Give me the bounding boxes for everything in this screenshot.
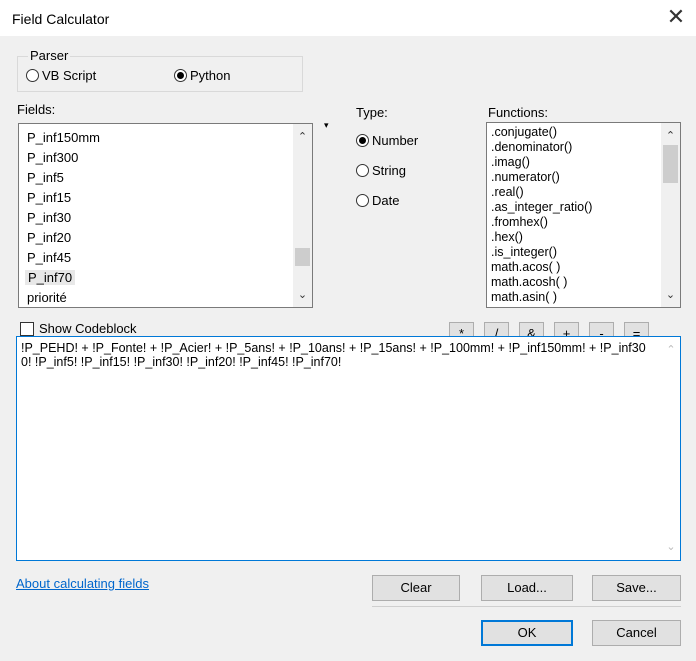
type-string-label: String	[372, 163, 406, 178]
type-label: Type:	[356, 105, 388, 120]
scroll-up-icon[interactable]: ⌃	[661, 129, 680, 142]
field-item[interactable]: P_inf5	[27, 170, 64, 185]
ok-button[interactable]: OK	[481, 620, 573, 646]
python-radio[interactable]: Python	[174, 68, 230, 83]
expression-scrollbar[interactable]: ⌃ ⌄	[662, 337, 680, 560]
scroll-up-icon[interactable]: ⌃	[662, 343, 680, 356]
expression-text[interactable]: !P_PEHD! + !P_Fonte! + !P_Acier! + !P_5a…	[21, 341, 651, 369]
dialog-body: Parser VB Script Python Fields: P_inf150…	[0, 36, 696, 661]
cancel-button[interactable]: Cancel	[592, 620, 681, 646]
fields-scroll-thumb[interactable]	[295, 248, 310, 266]
field-item[interactable]: P_inf300	[27, 150, 78, 165]
type-string-circle[interactable]	[356, 164, 369, 177]
functions-scroll-thumb[interactable]	[663, 145, 678, 183]
function-item[interactable]: .real()	[491, 185, 524, 199]
type-date-circle[interactable]	[356, 194, 369, 207]
function-item[interactable]: .numerator()	[491, 170, 560, 184]
show-codeblock-checkbox[interactable]	[20, 322, 34, 336]
function-item[interactable]: .conjugate()	[491, 125, 557, 139]
function-item[interactable]: math.acos( )	[491, 260, 560, 274]
vbscript-radio-label: VB Script	[42, 68, 97, 83]
python-radio-circle[interactable]	[174, 69, 187, 82]
close-icon[interactable]: ✕	[664, 5, 688, 29]
field-item[interactable]: P_inf150mm	[27, 130, 100, 145]
python-radio-label: Python	[190, 68, 231, 83]
field-item-selected[interactable]: P_inf70	[25, 270, 76, 285]
about-calculating-fields-link[interactable]: About calculating fields	[16, 576, 149, 591]
scroll-down-icon[interactable]: ⌄	[661, 288, 680, 301]
type-number-radio[interactable]: Number	[356, 133, 418, 148]
field-item[interactable]: P_inf30	[27, 210, 71, 225]
parser-label: Parser	[28, 48, 71, 63]
fields-scrollbar[interactable]: ⌃ ⌄	[293, 124, 312, 307]
title-bar: Field Calculator ✕	[0, 0, 696, 36]
show-codeblock-label[interactable]: Show Codeblock	[39, 321, 137, 336]
fields-dropdown-icon[interactable]: ▾	[324, 120, 329, 131]
type-date-label: Date	[372, 193, 400, 208]
field-item[interactable]: P_inf45	[27, 250, 71, 265]
vbscript-radio[interactable]: VB Script	[26, 68, 96, 83]
function-item[interactable]: .as_integer_ratio()	[491, 200, 592, 214]
expression-editor[interactable]: !P_PEHD! + !P_Fonte! + !P_Acier! + !P_5a…	[16, 336, 681, 561]
scroll-down-icon[interactable]: ⌄	[662, 540, 680, 553]
function-item[interactable]: math.asin( )	[491, 290, 557, 304]
parser-group: Parser VB Script Python	[17, 48, 303, 92]
save-button[interactable]: Save...	[592, 575, 681, 601]
scroll-up-icon[interactable]: ⌃	[293, 130, 312, 143]
function-item[interactable]: .imag()	[491, 155, 530, 169]
type-number-label: Number	[372, 133, 419, 148]
scroll-down-icon[interactable]: ⌄	[293, 288, 312, 301]
load-button[interactable]: Load...	[481, 575, 573, 601]
function-item[interactable]: .denominator()	[491, 140, 572, 154]
function-item[interactable]: .hex()	[491, 230, 523, 244]
functions-scrollbar[interactable]: ⌃ ⌄	[661, 123, 680, 307]
button-divider	[372, 606, 681, 607]
type-number-circle[interactable]	[356, 134, 369, 147]
field-item[interactable]: priorité	[27, 290, 67, 305]
type-string-radio[interactable]: String	[356, 163, 406, 178]
function-item[interactable]: math.acosh( )	[491, 275, 567, 289]
functions-list[interactable]: .conjugate() .denominator() .imag() .num…	[486, 122, 681, 308]
fields-list[interactable]: P_inf150mm P_inf300 P_inf5 P_inf15 P_inf…	[18, 123, 313, 308]
field-item[interactable]: P_inf15	[27, 190, 71, 205]
type-date-radio[interactable]: Date	[356, 193, 399, 208]
field-item[interactable]: P_inf20	[27, 230, 71, 245]
fields-label: Fields:	[17, 102, 56, 117]
functions-label: Functions:	[488, 105, 548, 120]
function-item[interactable]: .is_integer()	[491, 245, 557, 259]
clear-button[interactable]: Clear	[372, 575, 460, 601]
vbscript-radio-circle[interactable]	[26, 69, 39, 82]
window-title: Field Calculator	[12, 11, 110, 27]
function-item[interactable]: .fromhex()	[491, 215, 548, 229]
